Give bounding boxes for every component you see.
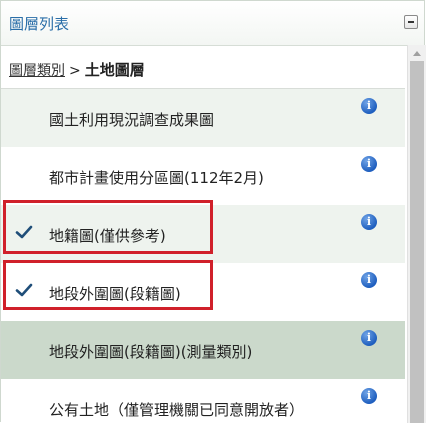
panel-header: 圖層列表 — [1, 1, 424, 46]
layer-label: 地段外圍圖(段籍圖)(測量類別) — [49, 343, 253, 361]
breadcrumb-parent-link[interactable]: 圖層類別 — [9, 63, 65, 79]
layer-label: 都市計畫使用分區圖(112年2月) — [49, 169, 264, 187]
layer-row-public-land[interactable]: 公有土地（僅管理機關已同意開放者） i — [1, 379, 405, 423]
layer-label: 公有土地（僅管理機關已同意開放者） — [49, 401, 305, 419]
breadcrumb: 圖層類別 > 土地圖層 — [9, 59, 145, 80]
highlight-box-cadastral — [3, 200, 213, 254]
info-icon[interactable]: i — [361, 272, 377, 288]
vertical-scrollbar[interactable] — [407, 45, 426, 423]
info-icon[interactable]: i — [361, 388, 377, 404]
layer-label: 國土利用現況調查成果圖 — [49, 111, 215, 129]
info-icon[interactable]: i — [361, 330, 377, 346]
scroll-up-arrow-icon[interactable] — [413, 51, 421, 56]
info-icon[interactable]: i — [361, 214, 377, 230]
panel-title: 圖層列表 — [9, 15, 70, 33]
breadcrumb-separator: > — [69, 63, 81, 79]
layer-row-section-boundary-survey[interactable]: 地段外圍圖(段籍圖)(測量類別) i — [1, 321, 405, 379]
layer-row-land-use-survey[interactable]: 國土利用現況調查成果圖 i — [1, 89, 405, 147]
breadcrumb-current: 土地圖層 — [84, 61, 145, 79]
info-icon[interactable]: i — [361, 156, 377, 172]
scrollbar-thumb[interactable] — [410, 61, 424, 423]
layer-list-panel: 圖層列表 圖層類別 > 土地圖層 國土利用現況調查成果圖 i 都市計畫使用分區圖(1… — [0, 0, 426, 423]
layer-list: 國土利用現況調查成果圖 i 都市計畫使用分區圖(112年2月) i 地籍圖(僅供… — [1, 89, 405, 423]
info-icon[interactable]: i — [361, 98, 377, 114]
collapse-icon[interactable] — [404, 15, 418, 29]
layer-row-urban-zoning[interactable]: 都市計畫使用分區圖(112年2月) i — [1, 147, 405, 205]
highlight-box-section-boundary — [3, 260, 213, 310]
